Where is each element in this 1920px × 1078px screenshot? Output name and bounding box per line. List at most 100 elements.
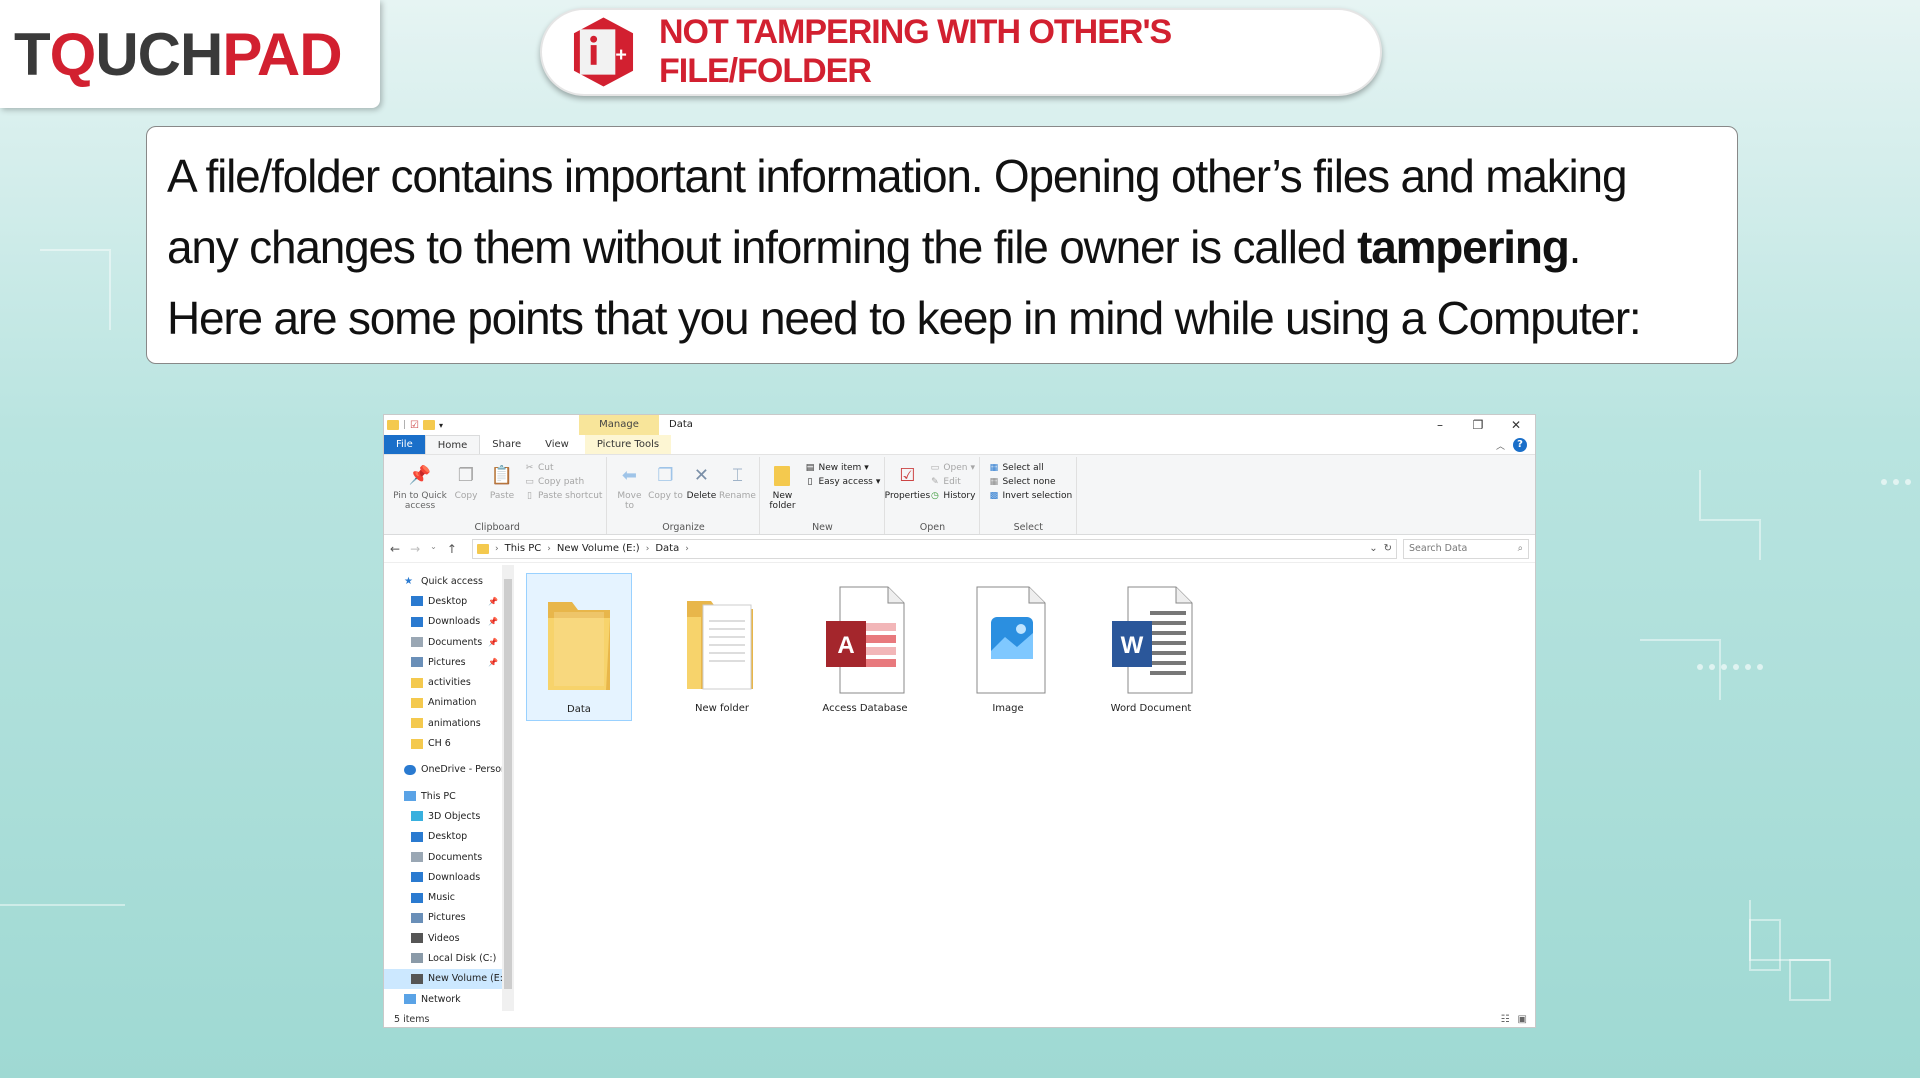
select-none-button[interactable]: ▦ Select none <box>988 476 1072 487</box>
nav-qa-activities[interactable]: activities <box>384 672 514 692</box>
minimize-button[interactable]: – <box>1421 415 1459 435</box>
select-small-buttons: ▦ Select all ▦ Select none ▩ Invert selecti… <box>988 459 1073 520</box>
tab-picture-tools[interactable]: Picture Tools <box>584 435 672 454</box>
address-bar[interactable]: › This PC › New Volume (E:) › Data › ⌄ ↻ <box>472 538 1397 559</box>
forward-arrow-icon[interactable]: → <box>410 542 420 556</box>
address-dropdown-icon[interactable]: ⌄ <box>1369 543 1377 554</box>
collapse-ribbon-icon[interactable]: ︿ <box>1496 439 1505 452</box>
pin-icon[interactable]: 📌 <box>488 597 498 606</box>
nav-pc-music[interactable]: Music <box>384 887 514 907</box>
nav-qa-ch-6[interactable]: CH 6 <box>384 733 514 753</box>
details-view-icon[interactable]: ☷ <box>1501 1014 1510 1025</box>
file-item-word-document[interactable]: W Word Document <box>1098 573 1204 721</box>
copy-to-button[interactable]: ❐ Copy to <box>647 459 683 520</box>
nav-pc-downloads[interactable]: Downloads <box>384 867 514 887</box>
nav-qa-downloads[interactable]: Downloads 📌 <box>384 612 514 632</box>
address-row: ← → ⌄ ↑ › This PC › New Volume (E:) › Da… <box>384 535 1535 563</box>
documents-icon <box>411 852 423 862</box>
open-button[interactable]: ▭ Open ▾ <box>929 462 975 473</box>
invert-selection-button[interactable]: ▩ Invert selection <box>988 490 1073 501</box>
tab-view[interactable]: View <box>533 435 581 454</box>
nav-qa-documents[interactable]: Documents 📌 <box>384 632 514 652</box>
nav-this-pc[interactable]: This PC <box>384 786 514 806</box>
file-item-access-database[interactable]: A Access Database <box>812 573 918 721</box>
copy-button[interactable]: ❐ Copy <box>448 459 484 520</box>
paste-shortcut-button[interactable]: ▯ Paste shortcut <box>524 490 602 501</box>
new-folder-button[interactable]: New folder <box>764 459 800 520</box>
recent-dropdown-icon[interactable]: ⌄ <box>430 542 437 556</box>
nav-pc-documents[interactable]: Documents <box>384 847 514 867</box>
properties-icon[interactable]: ☑ <box>410 420 419 431</box>
breadcrumb-this-pc[interactable]: This PC <box>505 543 542 554</box>
breadcrumb-new-volume[interactable]: New Volume (E:) <box>557 543 640 554</box>
pin-icon: 📌 <box>408 465 432 486</box>
file-name-label: Access Database <box>822 703 908 714</box>
search-input[interactable]: Search Data ⌕ <box>1403 538 1529 559</box>
close-button[interactable]: ✕ <box>1497 415 1535 435</box>
address-bar-actions: ⌄ ↻ <box>1369 543 1396 554</box>
move-to-button[interactable]: ⬅ Move to <box>611 459 647 520</box>
group-label-open: Open <box>919 522 946 533</box>
file-list-area: Data New folder A Access Database Image W Word… <box>514 565 1535 1011</box>
open-group: ☑ Properties ▭ Open ▾ ✎ Edit ◷ History Open <box>885 457 981 534</box>
ribbon-help-area: ︿ ? <box>1496 438 1527 452</box>
history-button[interactable]: ◷ History <box>929 490 975 501</box>
customize-dropdown-icon[interactable]: ▾ <box>439 421 443 430</box>
pin-icon[interactable]: 📌 <box>488 658 498 667</box>
nav-pc-videos[interactable]: Videos <box>384 928 514 948</box>
file-item-image[interactable]: Image <box>955 573 1061 721</box>
file-item-new-folder[interactable]: New folder <box>669 573 775 721</box>
new-item-button[interactable]: ▤ New item ▾ <box>804 462 880 473</box>
select-all-button[interactable]: ▦ Select all <box>988 462 1072 473</box>
cut-button[interactable]: ✂ Cut <box>524 462 602 473</box>
properties-button[interactable]: ☑ Properties <box>885 459 930 520</box>
nav-pc-pictures[interactable]: Pictures <box>384 908 514 928</box>
nav-onedrive[interactable]: OneDrive - Persor <box>384 760 514 780</box>
restore-button[interactable]: ❐ <box>1459 415 1497 435</box>
nav-quick-access[interactable]: ★ Quick access <box>384 571 514 591</box>
nav-qa-animation[interactable]: Animation <box>384 693 514 713</box>
nav-qa-desktop[interactable]: Desktop 📌 <box>384 591 514 611</box>
paste-button[interactable]: 📋 Paste <box>484 459 520 520</box>
select-all-icon: ▦ <box>989 462 999 473</box>
nav-pc-new-volume-e[interactable]: New Volume (E:) <box>384 968 514 989</box>
easy-access-button[interactable]: ▯ Easy access ▾ <box>804 476 880 487</box>
help-icon[interactable]: ? <box>1513 438 1527 452</box>
nav-pc-desktop[interactable]: Desktop <box>384 827 514 847</box>
nav-pc-local-disk-c[interactable]: Local Disk (C:) <box>384 948 514 968</box>
large-icons-view-icon[interactable]: ▣ <box>1518 1014 1527 1025</box>
pin-to-quick-access-button[interactable]: 📌 Pin to Quick access <box>392 459 448 520</box>
scroll-thumb[interactable] <box>504 579 512 989</box>
pin-icon[interactable]: 📌 <box>488 617 498 626</box>
rename-button[interactable]: ⌶ Rename <box>719 459 756 520</box>
pin-icon[interactable]: 📌 <box>488 638 498 647</box>
tab-home[interactable]: Home <box>424 435 481 454</box>
invert-selection-icon: ▩ <box>989 490 999 501</box>
folder-icon <box>411 718 423 729</box>
nav-scrollbar[interactable] <box>502 565 514 1011</box>
tab-manage[interactable]: Manage <box>579 415 659 435</box>
refresh-icon[interactable]: ↻ <box>1384 543 1392 554</box>
3d-objects-icon <box>411 811 423 822</box>
tab-share[interactable]: Share <box>480 435 533 454</box>
nav-qa-pictures[interactable]: Pictures 📌 <box>384 652 514 672</box>
rename-icon: ⌶ <box>732 465 743 486</box>
delete-button[interactable]: ✕ Delete <box>683 459 719 520</box>
select-group: ▦ Select all ▦ Select none ▩ Invert selecti… <box>980 457 1078 534</box>
new-folder-icon[interactable] <box>423 420 436 430</box>
nav-qa-animations[interactable]: animations <box>384 713 514 733</box>
breadcrumb-data[interactable]: Data <box>655 543 679 554</box>
copy-path-button[interactable]: ▭ Copy path <box>524 476 602 487</box>
move-to-icon: ⬅ <box>621 465 638 486</box>
nav-network[interactable]: Network <box>384 989 514 1009</box>
tab-file[interactable]: File <box>384 435 425 454</box>
up-arrow-icon[interactable]: ↑ <box>447 542 457 556</box>
pictures-icon <box>411 657 423 668</box>
edit-button[interactable]: ✎ Edit <box>929 476 975 487</box>
nav-pc-3d-objects[interactable]: 3D Objects <box>384 806 514 826</box>
intro-text-card: A file/folder contains important informa… <box>146 126 1738 364</box>
copy-to-icon: ❐ <box>657 465 674 486</box>
ribbon-tabs: File Home Share View Picture Tools ︿ ? <box>384 435 1535 455</box>
back-arrow-icon[interactable]: ← <box>390 542 400 556</box>
file-item-data[interactable]: Data <box>526 573 632 721</box>
